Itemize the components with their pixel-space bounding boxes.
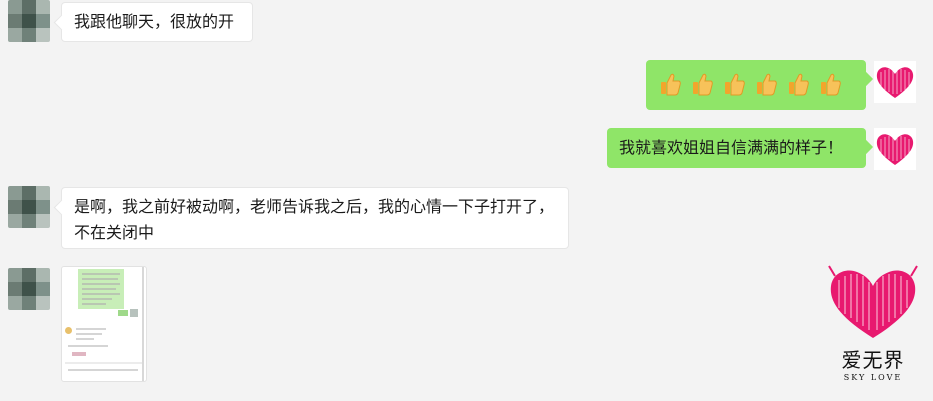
- thumbs-up-icon: [789, 73, 809, 96]
- avatar-contact[interactable]: [8, 186, 50, 228]
- thumbs-up-emoji-row: [658, 68, 852, 100]
- heart-logo-icon: [876, 67, 914, 98]
- thumbs-up-icon: [693, 73, 713, 96]
- avatar-contact[interactable]: [8, 268, 50, 310]
- thumbs-up-icon: [725, 73, 745, 96]
- message-text: 我跟他聊天，很放的开: [74, 12, 235, 31]
- heart-logo-icon: [876, 134, 914, 165]
- brand-watermark: 爱无界 SKY LOVE: [825, 262, 921, 382]
- message-bubble-received[interactable]: 我跟他聊天，很放的开: [61, 2, 253, 42]
- image-message-thumbnail[interactable]: [61, 266, 147, 382]
- avatar-contact[interactable]: [8, 0, 50, 42]
- thumbs-up-icon: [661, 73, 681, 96]
- message-text: 我就喜欢姐姐自信满满的样子！: [619, 138, 844, 157]
- message-bubble-sent[interactable]: [646, 60, 866, 110]
- message-text: 是啊，我之前好被动啊，老师告诉我之后，我的心情一下子打开了，不在关闭中: [74, 197, 555, 242]
- watermark-subtitle: SKY LOVE: [843, 373, 903, 382]
- message-bubble-received[interactable]: 是啊，我之前好被动啊，老师告诉我之后，我的心情一下子打开了，不在关闭中: [61, 187, 569, 249]
- message-bubble-sent[interactable]: 我就喜欢姐姐自信满满的样子！: [607, 128, 866, 168]
- avatar-self[interactable]: [874, 61, 916, 103]
- avatar-self[interactable]: [874, 128, 916, 170]
- watermark-title: 爱无界: [841, 348, 905, 372]
- thumbs-up-icon: [757, 73, 777, 96]
- thumbs-up-icon: [821, 73, 841, 96]
- heart-logo-icon: [828, 265, 918, 338]
